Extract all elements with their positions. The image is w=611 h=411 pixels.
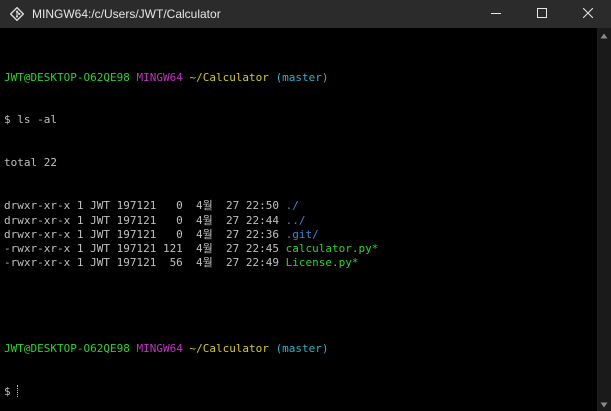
minimize-button[interactable] (473, 0, 519, 28)
maximize-icon (537, 5, 547, 23)
text-cursor (17, 385, 19, 398)
terminal-output[interactable]: JWT@DESKTOP-O62QE98 MINGW64 ~/Calculator… (0, 28, 597, 411)
listing-row: drwxr-xr-x 1 JWT 197121 0 4월 27 22:36 .g… (4, 228, 597, 242)
close-button[interactable] (565, 0, 611, 28)
file-listing: drwxr-xr-x 1 JWT 197121 0 4월 27 22:50 ./… (4, 199, 597, 270)
prompt-path: ~/Calculator (189, 342, 269, 356)
directory-name: ./ (285, 199, 299, 213)
prompt-user-host: JWT@DESKTOP-O62QE98 (4, 70, 130, 84)
scroll-up-button[interactable] (597, 28, 611, 42)
window-controls (473, 0, 611, 28)
executable-name: calculator.py* (285, 242, 379, 256)
terminal-window: MINGW64:/c/Users/JWT/Calculator JWT@DESK… (0, 0, 611, 411)
window-title: MINGW64:/c/Users/JWT/Calculator (32, 7, 221, 21)
directory-name: ../ (285, 213, 306, 227)
minimize-icon (491, 5, 501, 23)
listing-row: -rwxr-xr-x 1 JWT 197121 56 4월 27 22:49 L… (4, 256, 597, 270)
prompt-branch: (master) (275, 342, 329, 356)
listing-row: drwxr-xr-x 1 JWT 197121 0 4월 27 22:50 ./ (4, 199, 597, 213)
listing-meta: -rwxr-xr-x 1 JWT 197121 121 4월 27 22:45 (4, 242, 286, 256)
listing-meta: drwxr-xr-x 1 JWT 197121 0 4월 27 22:36 (4, 227, 286, 241)
title-bar[interactable]: MINGW64:/c/Users/JWT/Calculator (0, 0, 611, 28)
prompt-path: ~/Calculator (189, 70, 269, 84)
prompt-symbol: $ (4, 113, 11, 127)
prompt-user-host: JWT@DESKTOP-O62QE98 (4, 342, 130, 356)
vertical-scrollbar[interactable] (597, 28, 611, 411)
listing-meta: drwxr-xr-x 1 JWT 197121 0 4월 27 22:44 (4, 213, 286, 227)
prompt-branch: (master) (275, 70, 329, 84)
directory-name: .git/ (285, 227, 319, 241)
prompt-shell: MINGW64 (136, 342, 183, 356)
total-line: total 22 (4, 156, 57, 170)
command-text: ls -al (17, 113, 57, 127)
scroll-down-button[interactable] (597, 397, 611, 411)
listing-meta: -rwxr-xr-x 1 JWT 197121 56 4월 27 22:49 (4, 256, 286, 270)
triangle-up-icon (600, 26, 608, 44)
prompt-line: JWT@DESKTOP-O62QE98 MINGW64 ~/Calculator… (4, 342, 597, 356)
triangle-down-icon (600, 395, 608, 411)
listing-row: -rwxr-xr-x 1 JWT 197121 121 4월 27 22:45 … (4, 242, 597, 256)
input-line[interactable]: $ (4, 385, 597, 399)
prompt-shell: MINGW64 (136, 70, 183, 84)
prompt-symbol: $ (4, 385, 11, 399)
executable-name: License.py* (285, 256, 359, 270)
listing-row: drwxr-xr-x 1 JWT 197121 0 4월 27 22:44 ..… (4, 214, 597, 228)
command-line: $ ls -al (4, 113, 597, 127)
maximize-button[interactable] (519, 0, 565, 28)
listing-meta: drwxr-xr-x 1 JWT 197121 0 4월 27 22:50 (4, 199, 286, 213)
prompt-line: JWT@DESKTOP-O62QE98 MINGW64 ~/Calculator… (4, 71, 597, 85)
close-icon (582, 5, 594, 23)
git-bash-diamond-icon[interactable] (9, 6, 25, 22)
